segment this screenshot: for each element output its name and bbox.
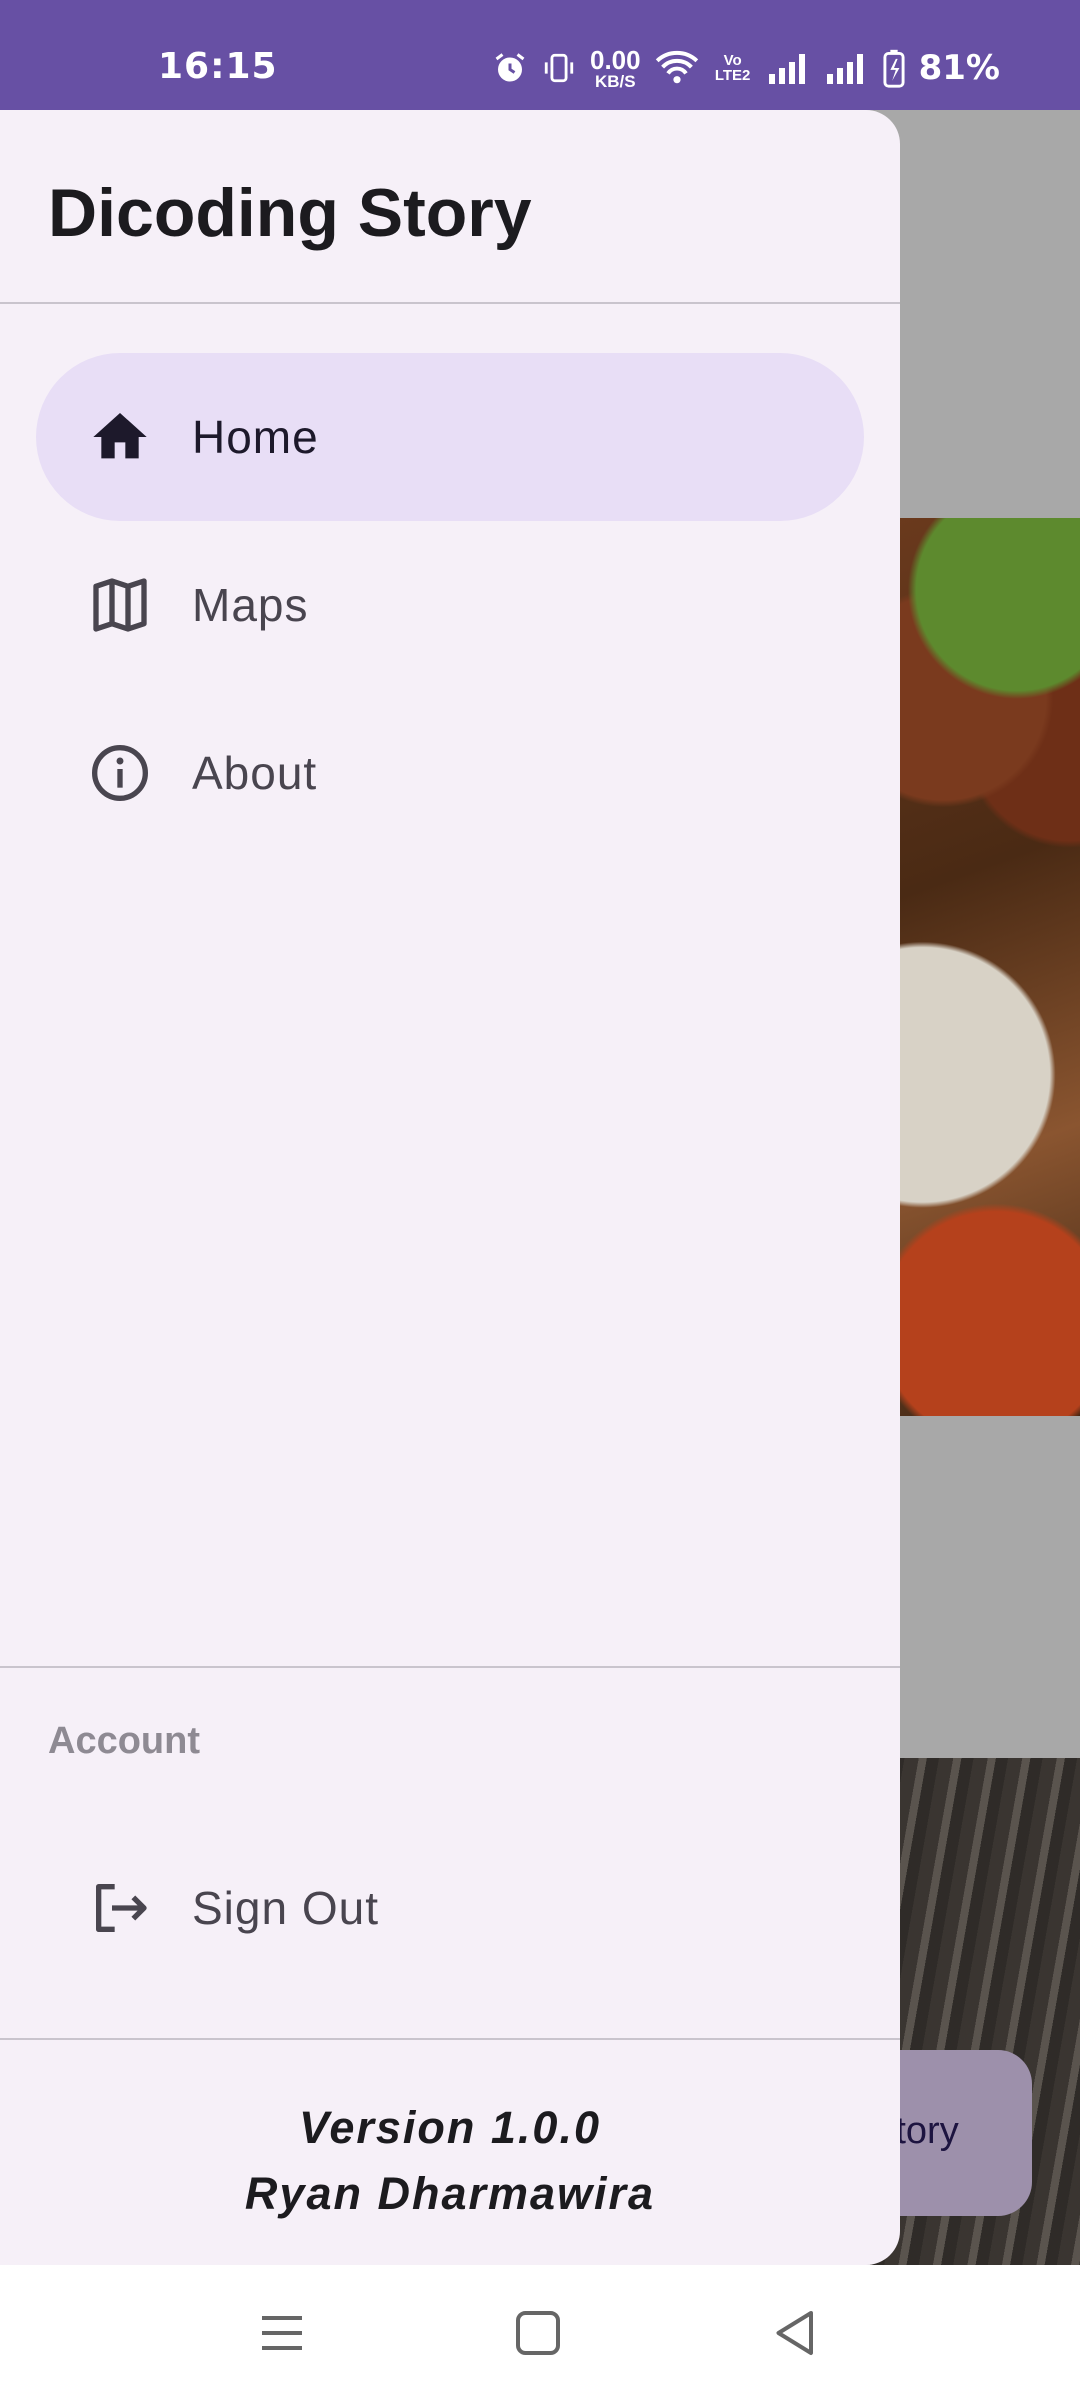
- story-image: [870, 518, 1080, 1416]
- nav-item-home[interactable]: Home: [36, 353, 864, 521]
- system-nav-bar: [0, 2265, 1080, 2400]
- status-bar: 16:15 0.00 KB/S Vo LTE2 81%: [0, 0, 1080, 110]
- drawer-title: Dicoding Story: [48, 175, 532, 251]
- battery-level: 81%: [918, 48, 1000, 88]
- nav-item-label: Home: [192, 411, 319, 463]
- info-icon: [92, 745, 148, 801]
- nav-item-label: Sign Out: [192, 1882, 379, 1934]
- divider: [0, 2038, 900, 2040]
- volte-indicator: Vo LTE2: [714, 52, 751, 84]
- map-icon: [93, 578, 147, 632]
- divider: [0, 1666, 900, 1668]
- app-version: Version 1.0.0: [299, 2102, 601, 2153]
- recents-menu-icon[interactable]: [252, 2303, 312, 2363]
- home-nav-icon[interactable]: [508, 2303, 568, 2363]
- nav-item-label: About: [192, 747, 318, 799]
- status-time: 16:15: [158, 46, 278, 87]
- logout-icon: [96, 1884, 147, 1932]
- alarm-icon: [495, 53, 525, 82]
- nav-item-about[interactable]: About: [36, 689, 864, 857]
- section-label-account: Account: [48, 1720, 200, 1762]
- nav-item-sign-out[interactable]: Sign Out: [36, 1824, 864, 1992]
- back-icon[interactable]: [766, 2303, 826, 2363]
- vibrate-icon: [544, 53, 574, 83]
- drawer-footer: Version 1.0.0 Ryan Dharmawira: [0, 2095, 900, 2227]
- navigation-drawer: Dicoding Story Home Maps About Account S…: [0, 110, 900, 2265]
- status-icons: 0.00 KB/S Vo LTE2 81%: [492, 44, 1000, 92]
- divider: [0, 302, 900, 304]
- nav-item-maps[interactable]: Maps: [36, 521, 864, 689]
- wifi-icon: [655, 50, 698, 84]
- home-icon: [93, 413, 147, 459]
- signal-2-icon: [826, 54, 863, 84]
- nav-item-label: Maps: [192, 579, 309, 631]
- battery-icon: [883, 49, 905, 88]
- net-speed: 0.00 KB/S: [590, 44, 641, 91]
- signal-1-icon: [768, 54, 805, 84]
- app-author: Ryan Dharmawira: [244, 2168, 656, 2219]
